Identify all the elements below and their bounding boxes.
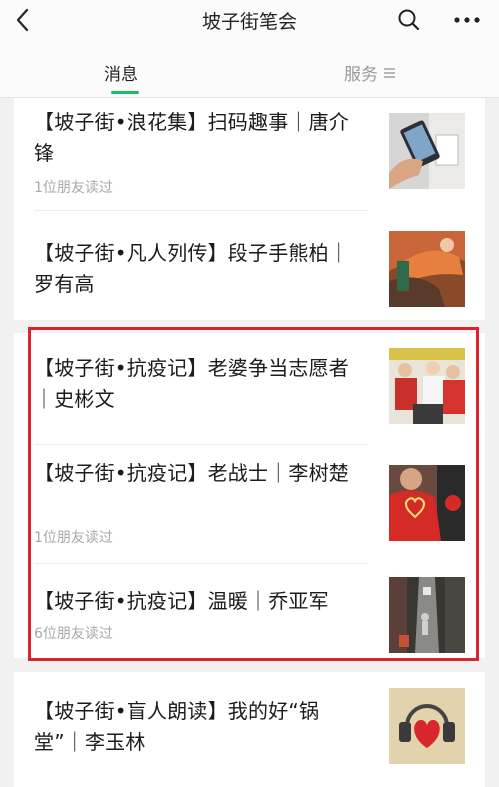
more-dots-icon[interactable]: [450, 6, 484, 34]
article-thumbnail: [389, 231, 465, 307]
article-thumbnail: [389, 113, 465, 189]
article-title: 【坡子街•凡人列传】段子手熊柏｜罗有高: [34, 241, 349, 296]
active-tab-indicator: [111, 91, 139, 94]
tab-bar: 消息 服务: [0, 40, 499, 98]
divider: [34, 210, 368, 211]
article-thumbnail: [389, 688, 465, 764]
tab-service[interactable]: 服务: [344, 60, 395, 85]
read-count: 1位朋友读过: [34, 180, 113, 196]
page-title: 坡子街笔会: [201, 10, 297, 33]
highlight-frame: [28, 327, 479, 661]
article-title: 【坡子街•盲人朗读】我的好“锅堂”｜李玉林: [34, 699, 320, 754]
chevron-left-icon[interactable]: [10, 6, 38, 34]
article-item[interactable]: 【坡子街•盲人朗读】我的好“锅堂”｜李玉林: [14, 688, 485, 784]
tab-messages[interactable]: 消息: [104, 60, 138, 85]
article-item[interactable]: 【坡子街•凡人列传】段子手熊柏｜罗有高: [14, 230, 485, 310]
article-item[interactable]: 【坡子街•浪花集】扫码趣事｜唐介锋 1位朋友读过: [14, 107, 485, 202]
nav-bar: 坡子街笔会: [0, 0, 499, 40]
article-title: 【坡子街•浪花集】扫码趣事｜唐介锋: [34, 110, 349, 165]
menu-lines-icon: [384, 66, 395, 80]
tab-service-label: 服务: [344, 65, 378, 85]
search-icon[interactable]: [395, 6, 423, 34]
